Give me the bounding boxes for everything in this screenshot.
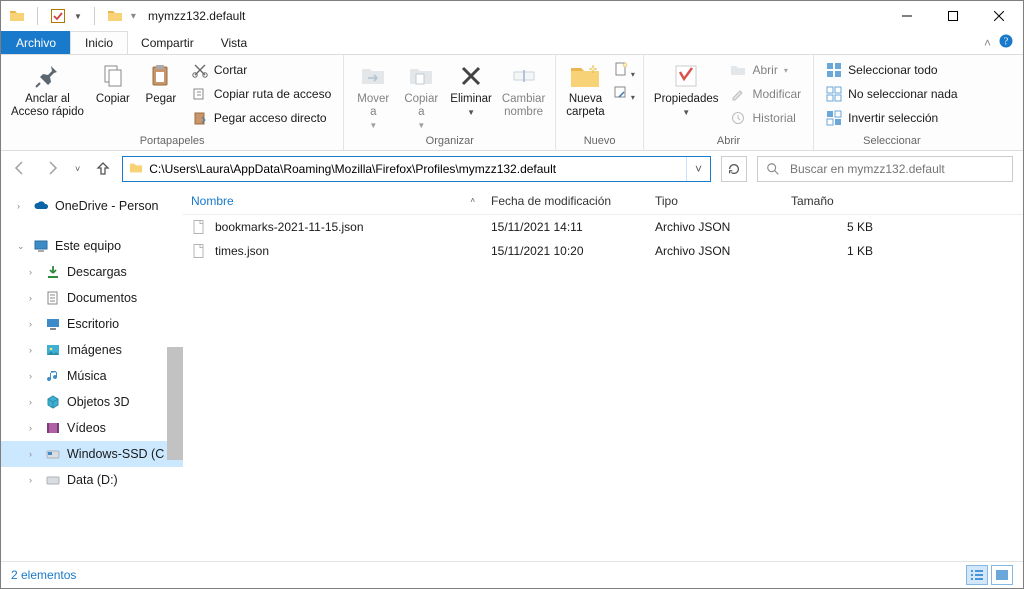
tab-share[interactable]: Compartir bbox=[127, 31, 208, 54]
group-label-open: Abrir bbox=[652, 134, 805, 150]
refresh-button[interactable] bbox=[721, 156, 747, 182]
address-dropdown[interactable]: ˅ bbox=[686, 157, 710, 181]
select-all-button[interactable]: Seleccionar todo bbox=[822, 59, 961, 81]
address-input[interactable] bbox=[149, 158, 686, 180]
sort-indicator-icon: ˄ bbox=[470, 196, 475, 205]
column-header-name[interactable]: Nombre˄ bbox=[183, 194, 483, 208]
large-icons-view-button[interactable] bbox=[991, 565, 1013, 585]
file-icon bbox=[191, 243, 207, 259]
sidebar-item-windows-ssd[interactable]: ›Windows-SSD (C bbox=[1, 441, 183, 467]
up-button[interactable] bbox=[94, 159, 112, 180]
sidebar-item-documents[interactable]: ›Documentos bbox=[1, 285, 183, 311]
tab-home[interactable]: Inicio bbox=[70, 31, 128, 54]
file-size: 1 KB bbox=[783, 244, 893, 258]
folder-icon bbox=[123, 161, 149, 178]
title-dropdown-icon[interactable]: ▾ bbox=[131, 11, 136, 22]
edit-button[interactable]: Modificar bbox=[726, 83, 805, 105]
separator bbox=[94, 7, 95, 25]
separator bbox=[37, 7, 38, 25]
sidebar-item-music[interactable]: ›Música bbox=[1, 363, 183, 389]
svg-text:?: ? bbox=[1004, 37, 1009, 48]
forward-button[interactable] bbox=[43, 159, 61, 180]
properties-button[interactable]: Propiedades▼ bbox=[652, 57, 721, 119]
column-header-modified[interactable]: Fecha de modificación bbox=[483, 194, 647, 208]
easy-access-button[interactable]: ▾ bbox=[613, 84, 635, 103]
copy-to-button[interactable]: Copiar a▼ bbox=[400, 57, 442, 132]
select-none-button[interactable]: No seleccionar nada bbox=[822, 83, 961, 105]
copy-path-button[interactable]: Copiar ruta de acceso bbox=[188, 83, 335, 105]
search-box[interactable] bbox=[757, 156, 1013, 182]
cut-button[interactable]: Cortar bbox=[188, 59, 335, 81]
back-button[interactable] bbox=[11, 159, 29, 180]
recent-locations-dropdown[interactable]: ˅ bbox=[75, 164, 80, 174]
group-label-select: Seleccionar bbox=[822, 134, 961, 150]
paste-shortcut-button[interactable]: Pegar acceso directo bbox=[188, 107, 335, 129]
sidebar-item-pictures[interactable]: ›Imágenes bbox=[1, 337, 183, 363]
address-bar[interactable]: ˅ bbox=[122, 156, 711, 182]
search-input[interactable] bbox=[788, 161, 1004, 177]
file-modified: 15/11/2021 10:20 bbox=[483, 244, 647, 258]
sidebar-item-downloads[interactable]: ›Descargas bbox=[1, 259, 183, 285]
file-modified: 15/11/2021 14:11 bbox=[483, 220, 647, 234]
file-name: bookmarks-2021-11-15.json bbox=[215, 220, 364, 234]
checkbox-icon[interactable] bbox=[50, 8, 66, 24]
sidebar-item-onedrive[interactable]: ›OneDrive - Person bbox=[1, 193, 183, 219]
history-button[interactable]: Historial bbox=[726, 107, 805, 129]
group-label-organize: Organizar bbox=[352, 134, 547, 150]
file-row[interactable]: times.json 15/11/2021 10:20Archivo JSON1 … bbox=[183, 239, 1023, 263]
sidebar-item-desktop[interactable]: ›Escritorio bbox=[1, 311, 183, 337]
folder-icon bbox=[9, 8, 25, 24]
file-icon bbox=[191, 219, 207, 235]
sidebar-item-videos[interactable]: ›Vídeos bbox=[1, 415, 183, 441]
file-row[interactable]: bookmarks-2021-11-15.json 15/11/2021 14:1… bbox=[183, 215, 1023, 239]
delete-button[interactable]: Eliminar▼ bbox=[448, 57, 494, 119]
new-item-button[interactable]: ▾ bbox=[613, 61, 635, 80]
scrollbar-thumb[interactable] bbox=[167, 347, 183, 460]
rename-button[interactable]: Cambiar nombre bbox=[500, 57, 547, 119]
tab-file[interactable]: Archivo bbox=[1, 31, 71, 54]
file-list[interactable]: Nombre˄ Fecha de modificación Tipo Tamañ… bbox=[183, 187, 1023, 561]
folder-icon bbox=[107, 8, 123, 24]
qat-dropdown-icon[interactable]: ▼ bbox=[74, 12, 82, 21]
file-size: 5 KB bbox=[783, 220, 893, 234]
move-to-button[interactable]: Mover a▼ bbox=[352, 57, 394, 132]
open-button[interactable]: Abrir ▾ bbox=[726, 59, 805, 81]
column-header-type[interactable]: Tipo bbox=[647, 194, 783, 208]
copy-button[interactable]: Copiar bbox=[92, 57, 134, 106]
file-type: Archivo JSON bbox=[647, 244, 783, 258]
tab-view[interactable]: Vista bbox=[207, 31, 261, 54]
new-folder-button[interactable]: Nueva carpeta bbox=[564, 57, 606, 119]
column-header-size[interactable]: Tamaño bbox=[783, 194, 893, 208]
group-label-clipboard: Portapapeles bbox=[9, 134, 335, 150]
details-view-button[interactable] bbox=[966, 565, 988, 585]
close-button[interactable] bbox=[976, 1, 1022, 31]
group-label-new: Nuevo bbox=[564, 134, 635, 150]
file-name: times.json bbox=[215, 244, 269, 258]
sidebar-item-3dobjects[interactable]: ›Objetos 3D bbox=[1, 389, 183, 415]
navigation-pane[interactable]: ›OneDrive - Person ⌄Este equipo ›Descarg… bbox=[1, 187, 183, 561]
paste-button[interactable]: Pegar bbox=[140, 57, 182, 106]
maximize-button[interactable] bbox=[930, 1, 976, 31]
help-icon[interactable]: ? bbox=[999, 34, 1013, 51]
status-item-count: 2 elementos bbox=[11, 568, 76, 582]
sidebar-item-thispc[interactable]: ⌄Este equipo bbox=[1, 233, 183, 259]
pin-to-quick-access-button[interactable]: Anclar al Acceso rápido bbox=[9, 57, 86, 119]
collapse-ribbon-icon[interactable]: ˄ bbox=[984, 36, 991, 50]
sidebar-item-data-d[interactable]: ›Data (D:) bbox=[1, 467, 183, 493]
invert-selection-button[interactable]: Invertir selección bbox=[822, 107, 961, 129]
window-title: mymzz132.default bbox=[148, 9, 245, 23]
minimize-button[interactable] bbox=[884, 1, 930, 31]
search-icon bbox=[766, 162, 780, 176]
file-type: Archivo JSON bbox=[647, 220, 783, 234]
